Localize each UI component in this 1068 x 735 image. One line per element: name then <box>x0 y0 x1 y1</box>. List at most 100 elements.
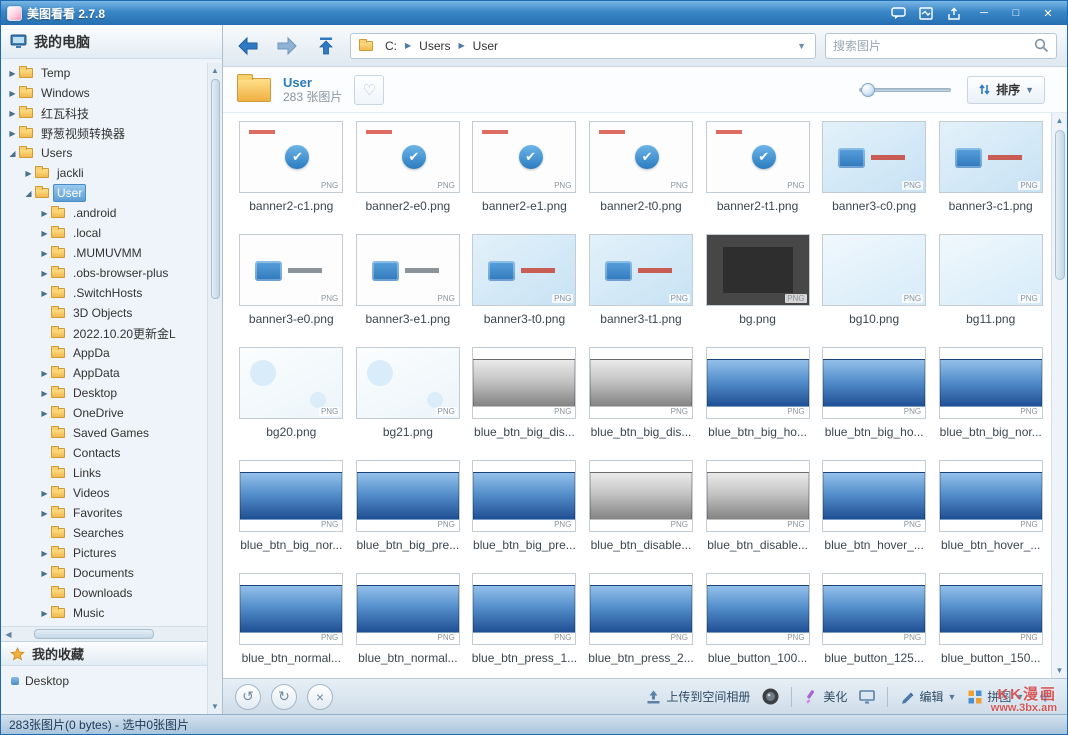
thumbnail-image[interactable]: PNG <box>706 121 810 193</box>
collapsed-arrow-icon[interactable]: ▶ <box>7 129 18 138</box>
collapsed-arrow-icon[interactable]: ▶ <box>7 109 18 118</box>
thumbnail-item[interactable]: PNGbanner3-e1.png <box>350 234 467 347</box>
tree-item-3D Objects[interactable]: 3D Objects <box>1 303 222 323</box>
thumbnail-image[interactable]: PNG <box>356 573 460 645</box>
tree-item-Pictures[interactable]: ▶Pictures <box>1 543 222 563</box>
tree-item-.obs-browser-plus[interactable]: ▶.obs-browser-plus <box>1 263 222 283</box>
thumbnail-item[interactable]: PNGbg20.png <box>233 347 350 460</box>
edit-button[interactable]: 编辑 ▼ <box>899 688 956 705</box>
thumbnail-item[interactable]: PNGblue_btn_big_ho... <box>699 347 816 460</box>
tree-item-红瓦科技[interactable]: ▶红瓦科技 <box>1 103 222 123</box>
thumbnail-image[interactable]: PNG <box>822 573 926 645</box>
breadcrumb-segment[interactable]: Users <box>416 38 453 54</box>
thumbnail-item[interactable]: PNGbanner3-e0.png <box>233 234 350 347</box>
delete-button[interactable]: × <box>307 684 333 710</box>
minimize-button[interactable]: ─ <box>971 4 997 22</box>
expanded-arrow-icon[interactable]: ◢ <box>23 189 34 198</box>
thumbnail-image[interactable]: PNG <box>239 234 343 306</box>
thumbnail-image[interactable]: PNG <box>822 234 926 306</box>
thumbnail-image[interactable]: PNG <box>472 460 576 532</box>
thumbnail-item[interactable]: PNGbanner3-t1.png <box>583 234 700 347</box>
add-button[interactable]: + <box>1035 687 1055 707</box>
thumbnail-item[interactable]: PNGbg10.png <box>816 234 933 347</box>
thumbnail-item[interactable]: PNGblue_btn_normal... <box>233 573 350 678</box>
collapsed-arrow-icon[interactable]: ▶ <box>23 169 34 178</box>
thumbnail-image[interactable]: PNG <box>822 347 926 419</box>
camera-lens-button[interactable] <box>761 687 780 706</box>
thumbnail-image[interactable]: PNG <box>706 573 810 645</box>
collapsed-arrow-icon[interactable]: ▶ <box>39 409 50 418</box>
tree-item-Public[interactable]: ▶Public <box>1 623 222 626</box>
thumbnail-item[interactable]: PNGblue_btn_press_2... <box>583 573 700 678</box>
zoom-slider[interactable] <box>859 83 951 97</box>
thumbnail-image[interactable]: PNG <box>589 460 693 532</box>
tree-item-Users[interactable]: ◢Users <box>1 143 222 163</box>
thumbnail-item[interactable]: PNGbanner3-c1.png <box>932 121 1049 234</box>
thumbnail-item[interactable]: PNGblue_button_125... <box>816 573 933 678</box>
thumbnail-item[interactable]: PNGblue_btn_disable... <box>699 460 816 573</box>
tree-item-Searches[interactable]: Searches <box>1 523 222 543</box>
tree-item-OneDrive[interactable]: ▶OneDrive <box>1 403 222 423</box>
scrollbar-thumb[interactable] <box>211 79 220 299</box>
collapsed-arrow-icon[interactable]: ▶ <box>39 369 50 378</box>
back-button[interactable] <box>233 33 263 59</box>
up-folder-button[interactable] <box>311 33 341 59</box>
tree-item-Windows[interactable]: ▶Windows <box>1 83 222 103</box>
thumbnail-item[interactable]: PNGbg.png <box>699 234 816 347</box>
thumbnail-image[interactable]: PNG <box>239 121 343 193</box>
collage-button[interactable]: 拼图 ▼ <box>967 688 1024 705</box>
scrollbar-thumb[interactable] <box>1055 130 1065 280</box>
feedback-icon[interactable] <box>887 4 909 22</box>
thumbnail-item[interactable]: PNGblue_button_100... <box>699 573 816 678</box>
expanded-arrow-icon[interactable]: ◢ <box>7 149 18 158</box>
thumbnail-item[interactable]: PNGblue_btn_big_dis... <box>583 347 700 460</box>
favorite-item-Desktop[interactable]: Desktop <box>11 674 212 688</box>
thumbnail-image[interactable]: PNG <box>356 460 460 532</box>
tree-item-Desktop[interactable]: ▶Desktop <box>1 383 222 403</box>
thumbnail-image[interactable]: PNG <box>239 347 343 419</box>
tree-item-Documents[interactable]: ▶Documents <box>1 563 222 583</box>
tree-item-野葱视频转换器[interactable]: ▶野葱视频转换器 <box>1 123 222 143</box>
collapsed-arrow-icon[interactable]: ▶ <box>7 69 18 78</box>
tree-item-AppData[interactable]: ▶AppData <box>1 363 222 383</box>
beautify-button[interactable]: 美化 <box>803 688 847 705</box>
thumbnail-item[interactable]: PNGblue_btn_big_pre... <box>466 460 583 573</box>
tree-item-Videos[interactable]: ▶Videos <box>1 483 222 503</box>
thumbnail-image[interactable]: PNG <box>472 347 576 419</box>
thumbnail-image[interactable]: PNG <box>239 460 343 532</box>
rotate-right-button[interactable]: ↻ <box>271 684 297 710</box>
thumbnail-image[interactable]: PNG <box>939 460 1043 532</box>
thumbnail-image[interactable]: PNG <box>589 573 693 645</box>
tree-item-Temp[interactable]: ▶Temp <box>1 63 222 83</box>
thumbnail-item[interactable]: PNGblue_btn_hover_... <box>816 460 933 573</box>
tree-item-Contacts[interactable]: Contacts <box>1 443 222 463</box>
thumbnail-image[interactable]: PNG <box>472 121 576 193</box>
rotate-left-button[interactable]: ↺ <box>235 684 261 710</box>
tree-item-2022.10.20更新金L[interactable]: 2022.10.20更新金L <box>1 323 222 343</box>
my-computer-header[interactable]: 我的电脑 <box>1 25 222 59</box>
collapsed-arrow-icon[interactable]: ▶ <box>39 609 50 618</box>
close-button[interactable]: ✕ <box>1035 4 1061 22</box>
tree-item-Saved Games[interactable]: Saved Games <box>1 423 222 443</box>
thumbnail-item[interactable]: PNGblue_btn_big_nor... <box>233 460 350 573</box>
my-favorites-header[interactable]: 我的收藏 <box>1 641 222 666</box>
thumbnail-item[interactable]: PNGbg21.png <box>350 347 467 460</box>
thumbnail-item[interactable]: PNGbanner2-e1.png <box>466 121 583 234</box>
title-bar[interactable]: 美图看看 2.7.8 ─ □ ✕ <box>1 1 1067 25</box>
tree-item-User[interactable]: ◢User <box>1 183 222 203</box>
search-input[interactable] <box>833 39 1034 53</box>
thumbnail-item[interactable]: PNGblue_btn_disable... <box>583 460 700 573</box>
thumbnail-image[interactable]: PNG <box>939 347 1043 419</box>
collapsed-arrow-icon[interactable]: ▶ <box>39 509 50 518</box>
thumbnail-image[interactable]: PNG <box>239 573 343 645</box>
scroll-down-icon[interactable]: ▼ <box>208 699 223 714</box>
tree-item-Music[interactable]: ▶Music <box>1 603 222 623</box>
search-box[interactable] <box>825 33 1057 59</box>
upload-to-album-button[interactable]: 上传到空间相册 <box>645 688 750 705</box>
thumbnail-item[interactable]: PNGbanner2-t1.png <box>699 121 816 234</box>
scrollbar-thumb[interactable] <box>34 629 154 639</box>
thumbnail-item[interactable]: PNGbanner2-t0.png <box>583 121 700 234</box>
tree-item-Downloads[interactable]: Downloads <box>1 583 222 603</box>
scroll-up-icon[interactable]: ▲ <box>1052 113 1067 128</box>
thumbnail-item[interactable]: PNGbanner2-e0.png <box>350 121 467 234</box>
